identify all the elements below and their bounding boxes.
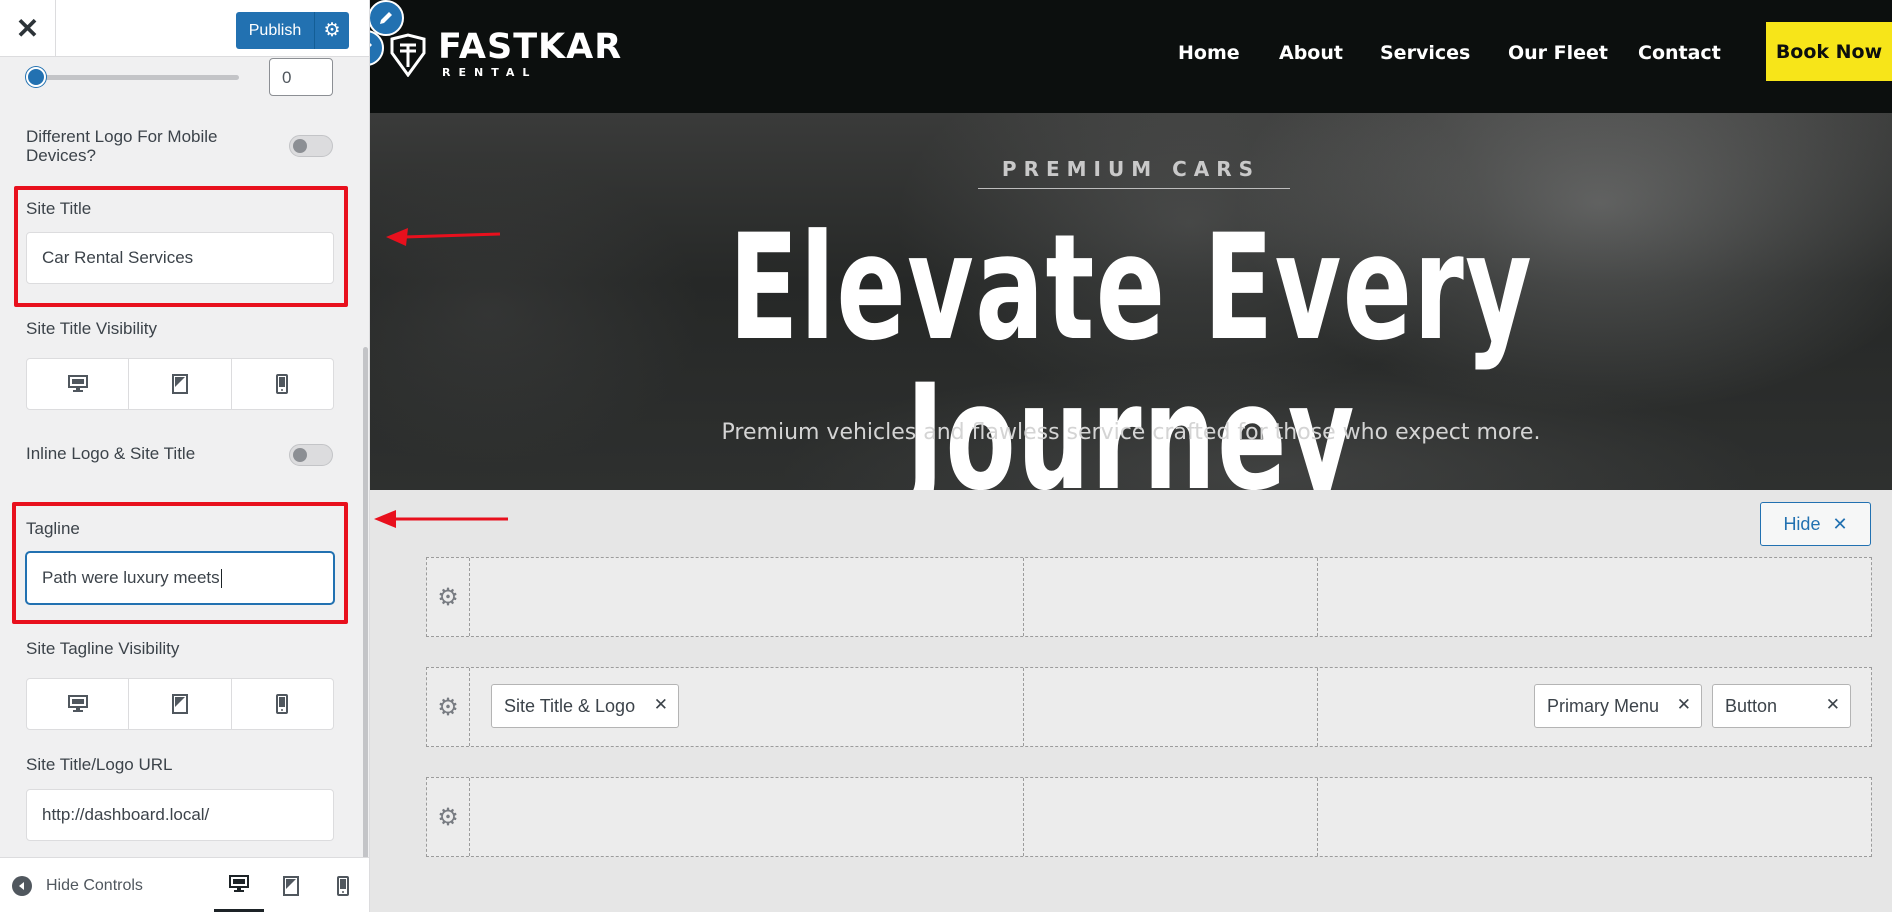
mobile-icon [276,694,289,714]
inline-logo-label: Inline Logo & Site Title [26,444,196,463]
title-visibility-desktop-button[interactable] [27,359,130,409]
preview-desktop-button[interactable] [214,858,264,912]
column-divider [1317,558,1318,636]
tagline-visibility-tablet-button[interactable] [129,679,232,729]
publish-button-group: Publish ⚙ [236,12,349,49]
mobile-logo-label: Different Logo For Mobile Devices? [26,127,218,165]
nav-link-about[interactable]: About [1279,42,1343,64]
tagline-visibility-group [26,678,334,730]
sidebar-footer: Hide Controls [0,857,369,912]
gear-icon: ⚙ [437,803,459,831]
sidebar-controls: 0 Different Logo For Mobile Devices? Sit… [0,57,369,857]
site-logo-url-input[interactable]: http://dashboard.local/ [26,789,334,841]
site-header: FASTKAR RENTAL Home About Services Our F… [370,0,1892,113]
site-tagline-visibility-label: Site Tagline Visibility [26,639,180,658]
tablet-icon [171,694,188,714]
pencil-icon [380,12,392,24]
gear-icon: ⚙ [437,583,459,611]
builder-row-bottom[interactable]: ⚙ [426,777,1872,857]
book-now-button[interactable]: Book Now [1766,22,1892,81]
logo-subtitle: RENTAL [442,66,538,79]
close-customizer-button[interactable]: ✕ [0,0,56,57]
nav-link-our-fleet[interactable]: Our Fleet [1508,42,1608,64]
publish-button[interactable]: Publish [236,22,314,40]
preview-mobile-button[interactable] [318,858,368,912]
sidebar-header: ✕ Publish ⚙ [0,0,369,57]
site-logo[interactable]: FASTKAR RENTAL [388,30,622,79]
gear-icon: ⚙ [437,693,459,721]
slider-thumb[interactable] [26,67,46,87]
builder-chip-button[interactable]: Button ✕ [1712,684,1851,728]
chip-label: Button [1725,695,1778,716]
remove-chip-icon[interactable]: ✕ [654,695,668,715]
logo-mark-icon [390,32,426,77]
gear-icon: ⚙ [323,20,341,41]
hero-title: Elevate Every Journey [728,203,1534,490]
slider-track[interactable] [34,75,239,80]
column-divider [1317,778,1318,856]
hide-label: Hide [1783,513,1821,534]
builder-chip-primary-menu[interactable]: Primary Menu ✕ [1534,684,1702,728]
tablet-icon [283,875,299,896]
site-preview: FASTKAR RENTAL Home About Services Our F… [370,0,1892,912]
row-settings-button[interactable]: ⚙ [427,558,470,636]
builder-row-top[interactable]: ⚙ [426,557,1872,637]
hero-eyebrow: PREMIUM CARS [1001,157,1261,181]
row-settings-button[interactable]: ⚙ [427,778,470,856]
hide-builder-button[interactable]: Hide ✕ [1760,502,1871,546]
annotation-arrow-icon [374,510,508,528]
mobile-logo-toggle[interactable] [289,135,333,157]
column-divider [1023,778,1024,856]
preview-tablet-button[interactable] [266,858,316,912]
close-icon: ✕ [1832,513,1848,534]
column-divider [1023,668,1024,746]
sidebar-scrollbar[interactable] [363,347,368,857]
logo-name: FASTKAR [438,27,623,67]
remove-chip-icon[interactable]: ✕ [1826,695,1840,715]
site-title-visibility-label: Site Title Visibility [26,319,158,338]
hide-controls-label: Hide Controls [46,876,143,894]
desktop-icon [67,375,88,392]
desktop-icon [67,695,88,712]
row-settings-button[interactable]: ⚙ [427,668,470,746]
pencil-icon [370,43,372,47]
hero-divider [978,188,1290,189]
inline-logo-toggle[interactable] [289,444,333,466]
builder-row-main[interactable]: ⚙ Site Title & Logo ✕ Primary Menu ✕ But… [426,667,1872,747]
tablet-icon [171,374,188,394]
site-title-visibility-group [26,358,334,410]
mobile-icon [276,374,289,394]
desktop-icon [229,874,249,892]
tagline-highlight-box [12,502,348,624]
chip-label: Primary Menu [1547,695,1660,716]
hero-subtitle: Premium vehicles and flawless service cr… [721,420,1541,445]
site-logo-url-label: Site Title/Logo URL [26,755,173,774]
annotation-arrow-icon [386,228,501,246]
title-visibility-mobile-button[interactable] [232,359,333,409]
hide-controls-button[interactable]: Hide Controls [12,858,143,912]
site-title-highlight-box [14,186,348,307]
collapse-icon [12,875,32,896]
title-visibility-tablet-button[interactable] [129,359,232,409]
tagline-visibility-mobile-button[interactable] [232,679,333,729]
customizer-sidebar: ✕ Publish ⚙ 0 Different Logo For Mobile … [0,0,370,912]
slider-number-input[interactable]: 0 [269,58,333,96]
mobile-icon [337,875,349,896]
logo-width-control: 0 [0,57,369,99]
close-icon: ✕ [15,13,40,44]
publish-settings-button[interactable]: ⚙ [314,12,349,49]
tagline-visibility-desktop-button[interactable] [27,679,130,729]
chip-label: Site Title & Logo [504,695,636,716]
column-divider [1023,558,1024,636]
nav-link-services[interactable]: Services [1380,42,1470,64]
nav-link-home[interactable]: Home [1178,42,1240,64]
nav-link-contact[interactable]: Contact [1638,42,1721,64]
remove-chip-icon[interactable]: ✕ [1677,695,1691,715]
hero-section: PREMIUM CARS Elevate Every Journey Premi… [370,113,1892,490]
site-logo-url-value: http://dashboard.local/ [42,805,210,824]
builder-chip-site-title-logo[interactable]: Site Title & Logo ✕ [491,684,679,728]
column-divider [1317,668,1318,746]
